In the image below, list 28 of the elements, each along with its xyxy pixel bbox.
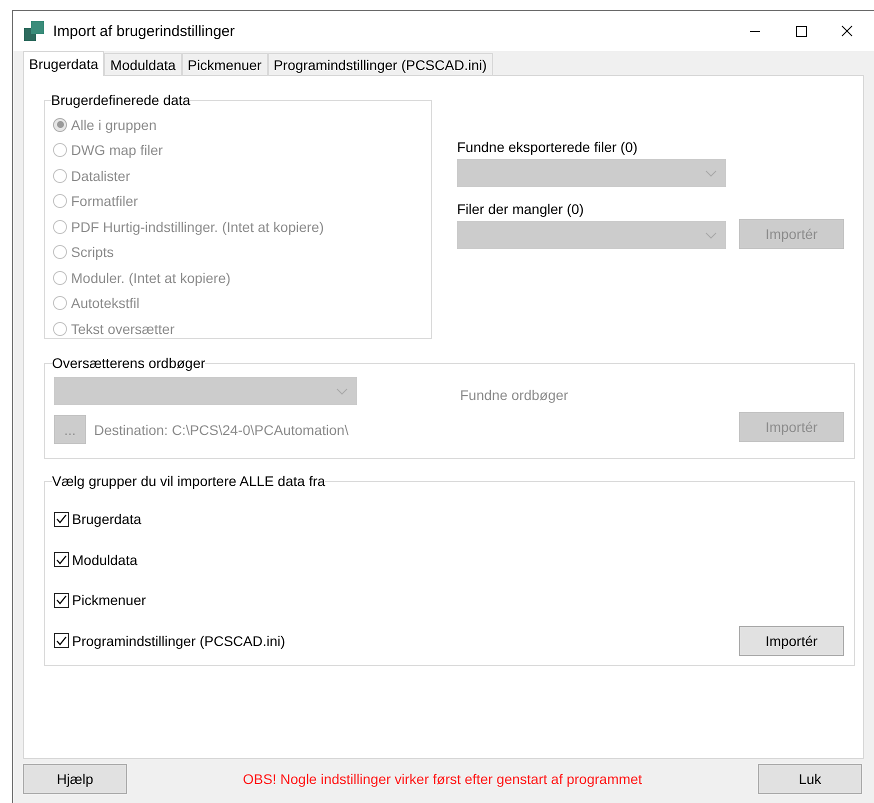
checkmark-icon	[56, 595, 67, 606]
chevron-down-icon	[705, 232, 717, 238]
app-icon	[23, 20, 45, 42]
close-button[interactable]: Luk	[758, 764, 862, 794]
help-button[interactable]: Hjælp	[23, 764, 127, 794]
tab[interactable]: Moduldata	[104, 53, 182, 75]
import-button[interactable]: Importér	[739, 626, 844, 656]
chevron-down-icon	[705, 170, 717, 176]
checkbox-option[interactable]: Programindstillinger (PCSCAD.ini)	[54, 632, 286, 649]
group-title: Oversætterens ordbøger	[52, 355, 206, 371]
group-title: Brugerdefinerede data	[51, 92, 190, 108]
warning-message: OBS! Nogle indstillinger virker først efter genstart af programmet	[242, 771, 642, 787]
tab[interactable]: Programindstillinger (PCSCAD.ini)	[268, 53, 493, 75]
checkbox-option[interactable]: Brugerdata	[54, 511, 142, 528]
field-label: Fundne eksporterede filer (0)	[457, 139, 639, 157]
field-label: Filer der mangler (0)	[457, 201, 585, 219]
tab[interactable]: Brugerdata	[23, 51, 104, 76]
group-title: Vælg grupper du vil importere ALLE data fra	[52, 473, 326, 489]
chevron-down-icon	[336, 388, 348, 394]
field-label: Fundne ordbøger	[460, 387, 568, 403]
destination-path: Destination: C:\PCS\24-0\PCAutomation\	[94, 422, 350, 438]
checkbox-option[interactable]: Pickmenuer	[54, 592, 146, 608]
checkmark-icon	[56, 636, 67, 646]
checkmark-icon	[56, 514, 67, 524]
window-title: Import af brugerindstillinger	[53, 22, 236, 40]
checkbox-option[interactable]: Moduldata	[54, 552, 138, 568]
checkmark-icon	[56, 554, 67, 565]
tab[interactable]: Pickmenuer	[182, 53, 268, 75]
